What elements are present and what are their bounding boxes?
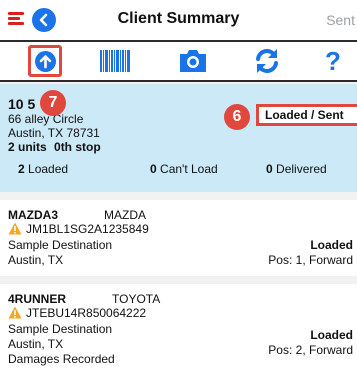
refresh-icon	[256, 49, 278, 73]
stop-label: 0th stop	[54, 140, 101, 154]
vehicle-status: Loaded	[310, 328, 353, 342]
help-button[interactable]: ?	[318, 45, 348, 77]
title-bar: Client Summary Sent	[0, 0, 357, 40]
vehicle-destination: Sample Destination	[8, 322, 113, 336]
delivered-count: 0 Delivered	[266, 162, 327, 176]
vehicle-model: 4RUNNER	[8, 292, 67, 306]
vehicle-status: Loaded	[310, 238, 353, 252]
vehicle-card[interactable]: 4RUNNER TOYOTA JTEBU14R850064222 Sample …	[0, 284, 357, 379]
vehicle-position: Pos: 2, Forward	[268, 343, 353, 357]
vehicle-position: Pos: 1, Forward	[268, 253, 353, 267]
cantload-count: 0 Can't Load	[150, 162, 218, 176]
vehicle-city: Austin, TX	[8, 337, 64, 351]
vehicle-make: TOYOTA	[112, 292, 161, 306]
vehicle-city: Austin, TX	[8, 253, 64, 267]
address-line-2: Austin, TX 78731	[8, 126, 100, 140]
toolbar: ?	[0, 40, 357, 82]
callout-badge-6: 6	[224, 104, 250, 130]
loaded-count-value: 2	[18, 162, 25, 176]
warning-icon	[8, 222, 22, 235]
vehicle-destination: Sample Destination	[8, 238, 113, 252]
sent-label[interactable]: Sent	[326, 12, 355, 28]
vin-row: JM1BL1SG2A1235849	[8, 222, 149, 236]
vehicle-card[interactable]: MAZDA3 MAZDA JM1BL1SG2A1235849 Sample De…	[0, 200, 357, 276]
refresh-button[interactable]	[250, 45, 284, 77]
units-stop-line: 2 units 0th stop	[8, 140, 101, 154]
client-address: 66 alley Circle Austin, TX 78731	[8, 112, 100, 140]
units-count: 2 units	[8, 140, 47, 154]
warning-icon	[8, 306, 22, 319]
barcode-button[interactable]	[98, 45, 132, 77]
vin-row: JTEBU14R850064222	[8, 306, 146, 320]
camera-icon	[180, 50, 206, 72]
loaded-count: 2 Loaded	[18, 162, 68, 176]
page-title: Client Summary	[117, 10, 240, 27]
cantload-count-label: Can't Load	[160, 162, 218, 176]
vehicle-vin: JM1BL1SG2A1235849	[26, 222, 149, 236]
delivered-count-label: Delivered	[276, 162, 327, 176]
vehicle-model: MAZDA3	[8, 208, 58, 222]
camera-button[interactable]	[176, 45, 210, 77]
delivered-count-value: 0	[266, 162, 273, 176]
loaded-count-label: Loaded	[28, 162, 69, 176]
vehicle-note: Damages Recorded	[8, 352, 115, 366]
callout-badge-7: 7	[40, 90, 66, 116]
vehicle-vin: JTEBU14R850064222	[26, 306, 147, 320]
upload-icon	[39, 55, 52, 69]
barcode-icon	[100, 50, 130, 72]
status-badge: Loaded / Sent	[256, 104, 357, 126]
client-id: 10 5	[8, 96, 36, 112]
cantload-count-value: 0	[150, 162, 157, 176]
upload-button[interactable]	[28, 45, 62, 77]
vehicle-make: MAZDA	[104, 208, 146, 222]
